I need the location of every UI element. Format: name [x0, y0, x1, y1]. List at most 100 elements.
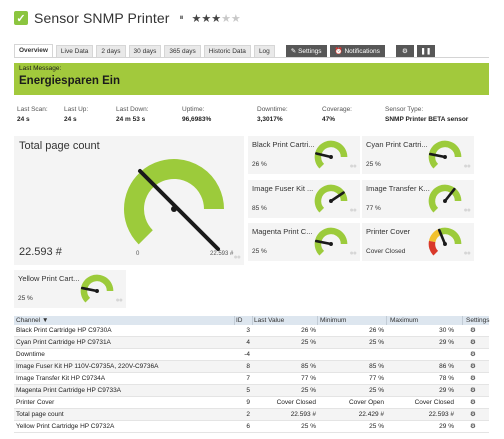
cell-last-value: 22.593 #: [290, 411, 316, 418]
table-row[interactable]: Image Transfer Kit HP C9734A 7 77 % 77 % 78 …: [14, 373, 489, 385]
col-last-value[interactable]: Last Value: [254, 316, 316, 325]
table-row[interactable]: Black Print Cartridge HP C9730A 3 26 % 26 %…: [14, 325, 489, 337]
stat-value: 3,3017%: [257, 116, 283, 123]
small-gauge-dial: [428, 140, 462, 169]
tab-historic-data[interactable]: Historic Data: [203, 45, 251, 57]
small-gauge-dial: [314, 227, 348, 256]
gauge-title: Black Print Cartri...: [252, 140, 315, 149]
cell-minimum: 77 %: [369, 375, 384, 382]
pause-tab-icon[interactable]: ❚❚: [416, 45, 435, 57]
tab-settings-label: Settings: [298, 48, 322, 55]
alarm-icon: ⏰: [334, 48, 345, 55]
stat-sensor-type: Sensor Type: SNMP Printer BETA sensor: [385, 106, 468, 123]
cell-id: 8: [246, 363, 250, 370]
stat-label: Last Up:: [64, 106, 89, 113]
col-id[interactable]: ID: [236, 316, 248, 325]
table-row[interactable]: Image Fuser Kit HP 110V-C9735A, 220V-C97…: [14, 361, 489, 373]
cell-last-value: Cover Closed: [276, 399, 316, 406]
gauge-panel[interactable]: Image Fuser Kit ... 85 % ●●: [248, 180, 360, 218]
table-row[interactable]: Cyan Print Cartridge HP C9731A 4 25 % 25 % 2…: [14, 337, 489, 349]
gear-icon[interactable]: ⚙: [470, 409, 476, 421]
gauge-value: 77 %: [366, 205, 381, 212]
cell-channel[interactable]: Total page count: [16, 409, 64, 421]
stat-value: SNMP Printer BETA sensor: [385, 116, 469, 123]
col-divider: [234, 316, 235, 325]
gauge-total-page-count[interactable]: Total page count 0 22.593 # 22.593 # ●●: [14, 136, 244, 265]
small-gauge-dial: [314, 140, 348, 169]
tab-30-days[interactable]: 30 days: [128, 45, 162, 57]
gauge-panel[interactable]: Image Transfer K... 77 % ●●: [362, 180, 474, 218]
cell-channel[interactable]: Black Print Cartridge HP C9730A: [16, 325, 112, 337]
stat-label: Last Scan:: [17, 106, 48, 113]
col-maximum[interactable]: Maximum: [390, 316, 454, 325]
stat-value: 24 m 53 s: [116, 116, 146, 123]
dots-icon: ●●: [349, 250, 358, 257]
col-minimum[interactable]: Minimum: [320, 316, 384, 325]
gear-icon[interactable]: ⚙: [470, 385, 476, 397]
tab-notifications[interactable]: ⏰ Notifications: [329, 45, 385, 57]
pause-icon[interactable]: ⏸: [179, 13, 183, 23]
tab-2-days[interactable]: 2 days: [96, 45, 126, 57]
gauge-title: Total page count: [19, 140, 100, 152]
gauge-value: 26 %: [252, 161, 267, 168]
gauge-panel[interactable]: Yellow Print Cart... 25 % ●●: [14, 270, 126, 308]
table-row[interactable]: Downtime -4 ⚙: [14, 349, 489, 361]
small-gauge-dial: [428, 227, 462, 256]
tab-notifications-label: Notifications: [344, 48, 380, 55]
gear-icon[interactable]: ⚙: [470, 421, 476, 433]
gauge-panel[interactable]: Black Print Cartri... 26 % ●●: [248, 136, 360, 174]
stat-label: Sensor Type:: [385, 106, 424, 113]
tab-365-days[interactable]: 365 days: [164, 45, 201, 57]
big-gauge-dial: [124, 159, 224, 251]
cell-minimum: 26 %: [369, 327, 384, 334]
cell-channel[interactable]: Yellow Print Cartridge HP C9732A: [16, 421, 114, 433]
col-divider: [462, 316, 463, 325]
table-row[interactable]: Total page count 2 22.593 # 22.429 # 22.593 …: [14, 409, 489, 421]
cell-maximum: 30 %: [439, 327, 454, 334]
wrench-icon: ✎: [290, 48, 299, 55]
tab-settings[interactable]: ✎ Settings: [285, 45, 327, 57]
gear-icon[interactable]: ⚙: [470, 337, 476, 349]
dots-icon: ●●: [349, 207, 358, 214]
cell-minimum: 25 %: [369, 423, 384, 430]
gauge-panel[interactable]: Magenta Print C... 25 % ●●: [248, 223, 360, 261]
gear-icon[interactable]: ⚙: [470, 325, 476, 337]
tab-log[interactable]: Log: [253, 45, 275, 57]
gear-icon[interactable]: ⚙: [470, 373, 476, 385]
last-message-label: Last Message:: [19, 65, 62, 72]
gear-icon[interactable]: ⚙: [470, 349, 476, 361]
gauge-panel[interactable]: Printer Cover Cover Closed ●●: [362, 223, 474, 261]
cell-channel[interactable]: Cyan Print Cartridge HP C9731A: [16, 337, 111, 349]
cell-last-value: 25 %: [301, 423, 316, 430]
cell-id: 9: [246, 399, 250, 406]
col-divider: [386, 316, 387, 325]
gauge-panel[interactable]: Cyan Print Cartri... 25 % ●●: [362, 136, 474, 174]
dots-icon: ●●: [463, 207, 472, 214]
cell-channel[interactable]: Image Fuser Kit HP 110V-C9735A, 220V-C97…: [16, 361, 158, 373]
gauge-value: 25 %: [366, 161, 381, 168]
gauge-title: Printer Cover: [366, 227, 411, 236]
col-divider: [317, 316, 318, 325]
gear-icon[interactable]: ⚙: [470, 397, 476, 409]
small-gauge-dial: [314, 184, 348, 213]
cell-channel[interactable]: Printer Cover: [16, 397, 54, 409]
cell-channel[interactable]: Downtime: [16, 349, 45, 361]
gauge-hub: [443, 242, 447, 246]
table-row[interactable]: Printer Cover 9 Cover Closed Cover Open Cove…: [14, 397, 489, 409]
table-row[interactable]: Magenta Print Cartridge HP C9733A 5 25 % 25…: [14, 385, 489, 397]
tab-overview[interactable]: Overview: [14, 44, 53, 57]
cell-channel[interactable]: Image Transfer Kit HP C9734A: [16, 373, 105, 385]
gear-icon[interactable]: ⚙: [395, 45, 414, 57]
gauge-min: 0: [136, 251, 140, 257]
gauge-value: 22.593 #: [19, 246, 62, 258]
cell-id: -4: [244, 351, 250, 358]
gear-icon[interactable]: ⚙: [470, 361, 476, 373]
col-channel[interactable]: Channel ▼: [16, 316, 48, 325]
cell-channel[interactable]: Magenta Print Cartridge HP C9733A: [16, 385, 121, 397]
col-settings[interactable]: Settings: [466, 316, 490, 325]
table-row[interactable]: Yellow Print Cartridge HP C9732A 6 25 % 25 …: [14, 421, 489, 433]
dots-icon: ●●: [233, 254, 242, 261]
priority-stars[interactable]: ★★★★★: [191, 12, 240, 25]
stat-last-up: Last Up: 24 s: [64, 106, 88, 123]
tab-live-data[interactable]: Live Data: [55, 45, 94, 57]
